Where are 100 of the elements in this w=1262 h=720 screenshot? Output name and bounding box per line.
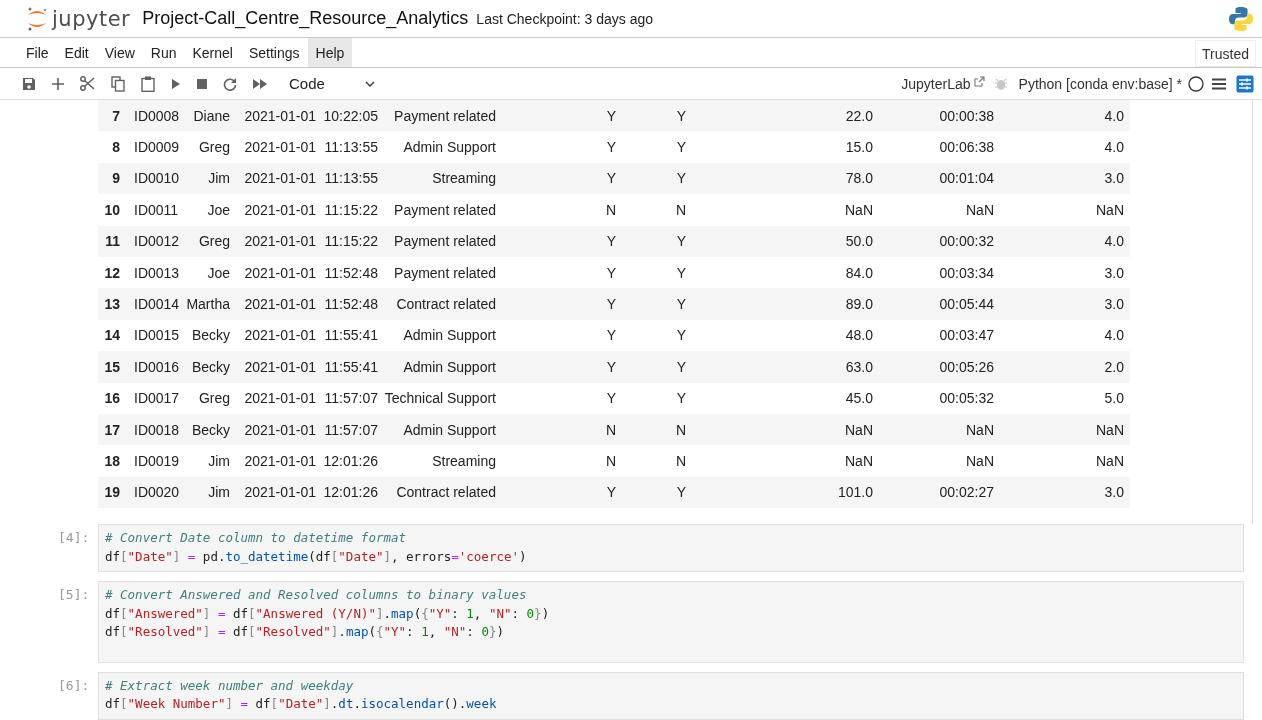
code-editor[interactable]: # Extract week number and weekday df["Week Number"] = df["Date"].dt.isocalendar().week (98, 671, 1244, 720)
row-index: 17 (103, 421, 121, 438)
agent-name: Jim (207, 170, 231, 187)
speed-value: 50.0 (844, 233, 874, 250)
speed-value: 78.0 (844, 170, 874, 187)
save-icon[interactable] (22, 76, 36, 91)
answered-value: Y (605, 484, 617, 501)
resolved-value: Y (675, 358, 687, 375)
resolved-value: Y (675, 139, 687, 156)
answered-value: N (604, 453, 617, 469)
cut-icon[interactable] (80, 76, 95, 91)
call-time: 11:55:41 (323, 358, 379, 375)
call-date: 2021-01-01 (243, 484, 317, 501)
external-link-icon (973, 76, 985, 87)
python-logo-icon (1228, 5, 1254, 32)
menu-item[interactable]: Kernel (184, 38, 241, 67)
agent-name: Joe (206, 264, 231, 281)
agent-name: Jim (207, 484, 231, 501)
duration-value: NaN (965, 201, 995, 218)
menu-item[interactable]: Help (307, 38, 353, 67)
answered-value: Y (605, 390, 617, 407)
menu-item[interactable]: Run (142, 38, 185, 67)
caret-icon (364, 80, 375, 87)
speed-value: 45.0 (844, 390, 874, 407)
copy-icon[interactable] (111, 75, 125, 92)
call-date: 2021-01-01 (243, 264, 317, 281)
jupyter-wordmark[interactable]: jupyter (52, 6, 131, 31)
menu-item[interactable]: Edit (56, 38, 97, 67)
speed-value: NaN (844, 421, 874, 438)
rating-value: 4.0 (1103, 139, 1125, 156)
call-id: ID0009 (133, 139, 181, 156)
fast-forward-icon[interactable] (253, 78, 267, 89)
answered-value: Y (605, 107, 617, 124)
notebook-title[interactable]: Project-Call_Centre_Resource_Analytics (142, 8, 469, 29)
call-date: 2021-01-01 (243, 358, 317, 375)
row-index: 9 (111, 170, 121, 187)
code-editor[interactable]: # Convert Answered and Resolved columns to binary values df["Answered"] = df["Answered (Y/N)"].map({"Y": 1, "N": 0}) df["Resolved"] = df["Resolved"].map({"Y": 1, "N": 0}) (98, 581, 1244, 663)
call-topic: Payment related (393, 201, 497, 218)
call-id: ID0008 (133, 107, 181, 124)
trusted-button[interactable]: Trusted (1195, 40, 1256, 67)
run-icon[interactable] (171, 77, 181, 90)
row-index: 8 (111, 139, 121, 156)
row-index: 16 (103, 390, 121, 407)
resolved-value: N (674, 453, 687, 469)
resolved-value: Y (675, 327, 687, 344)
clipboard-icon[interactable] (141, 75, 155, 92)
execution-count: [4]: (58, 529, 91, 546)
rating-value: 2.0 (1103, 358, 1125, 375)
resolved-value: Y (675, 264, 687, 281)
execution-count: [6]: (58, 676, 91, 693)
answered-value: Y (605, 233, 617, 250)
menu-item[interactable]: View (96, 38, 143, 67)
duration-value: NaN (965, 453, 995, 469)
answered-value: Y (605, 358, 617, 375)
menu-item[interactable]: File (18, 38, 57, 67)
speed-value: 89.0 (844, 296, 874, 313)
call-time: 12:01:26 (322, 453, 379, 469)
answered-value: Y (605, 296, 617, 313)
call-date: 2021-01-01 (243, 327, 317, 344)
resolved-value: Y (675, 170, 687, 187)
call-topic: Admin Support (402, 327, 497, 344)
call-id: ID0013 (133, 264, 181, 281)
resolved-value: Y (675, 390, 687, 407)
kernel-name[interactable]: Python [conda env:base] * (1018, 75, 1182, 92)
agent-name: Becky (190, 421, 231, 438)
rating-value: NaN (1095, 201, 1125, 218)
rating-value: 4.0 (1103, 327, 1125, 344)
speed-value: 84.0 (844, 264, 874, 281)
code-editor[interactable]: # Convert Date column to datetime format df["Date"] = pd.to_datetime(df["Date"], errors='coerce') (98, 524, 1244, 573)
agent-name: Martha (185, 296, 231, 313)
answered-value: Y (605, 327, 617, 344)
duration-value: 00:01:04 (938, 170, 995, 187)
restart-icon[interactable] (223, 76, 237, 91)
call-time: 11:55:41 (323, 327, 379, 344)
menu-item[interactable]: Settings (240, 38, 308, 67)
call-date: 2021-01-01 (243, 390, 317, 407)
duration-value: 00:00:38 (938, 107, 995, 124)
agent-name: Becky (190, 327, 231, 344)
rating-value: 3.0 (1103, 484, 1125, 501)
row-index: 19 (103, 484, 121, 501)
call-date: 2021-01-01 (243, 107, 317, 124)
call-topic: Payment related (393, 107, 497, 124)
row-index: 14 (103, 327, 121, 344)
cell-type-dropdown[interactable]: Code (285, 75, 379, 92)
rating-value: 4.0 (1103, 107, 1125, 124)
rating-value: 4.0 (1103, 233, 1125, 250)
menu-icon[interactable] (1212, 77, 1226, 90)
call-date: 2021-01-01 (243, 201, 317, 218)
stop-icon[interactable] (197, 78, 207, 89)
duration-value: 00:03:47 (938, 327, 995, 344)
agent-name: Joe (206, 201, 231, 218)
add-icon[interactable] (52, 77, 64, 90)
answered-value: Y (605, 139, 617, 156)
jupyterlab-link[interactable]: JupyterLab (901, 75, 971, 92)
call-date: 2021-01-01 (243, 233, 317, 250)
speed-value: 48.0 (844, 327, 874, 344)
property-inspector-icon[interactable] (1236, 74, 1254, 93)
call-date: 2021-01-01 (243, 453, 317, 469)
execution-count: [5]: (58, 586, 91, 603)
call-date: 2021-01-01 (243, 170, 317, 187)
